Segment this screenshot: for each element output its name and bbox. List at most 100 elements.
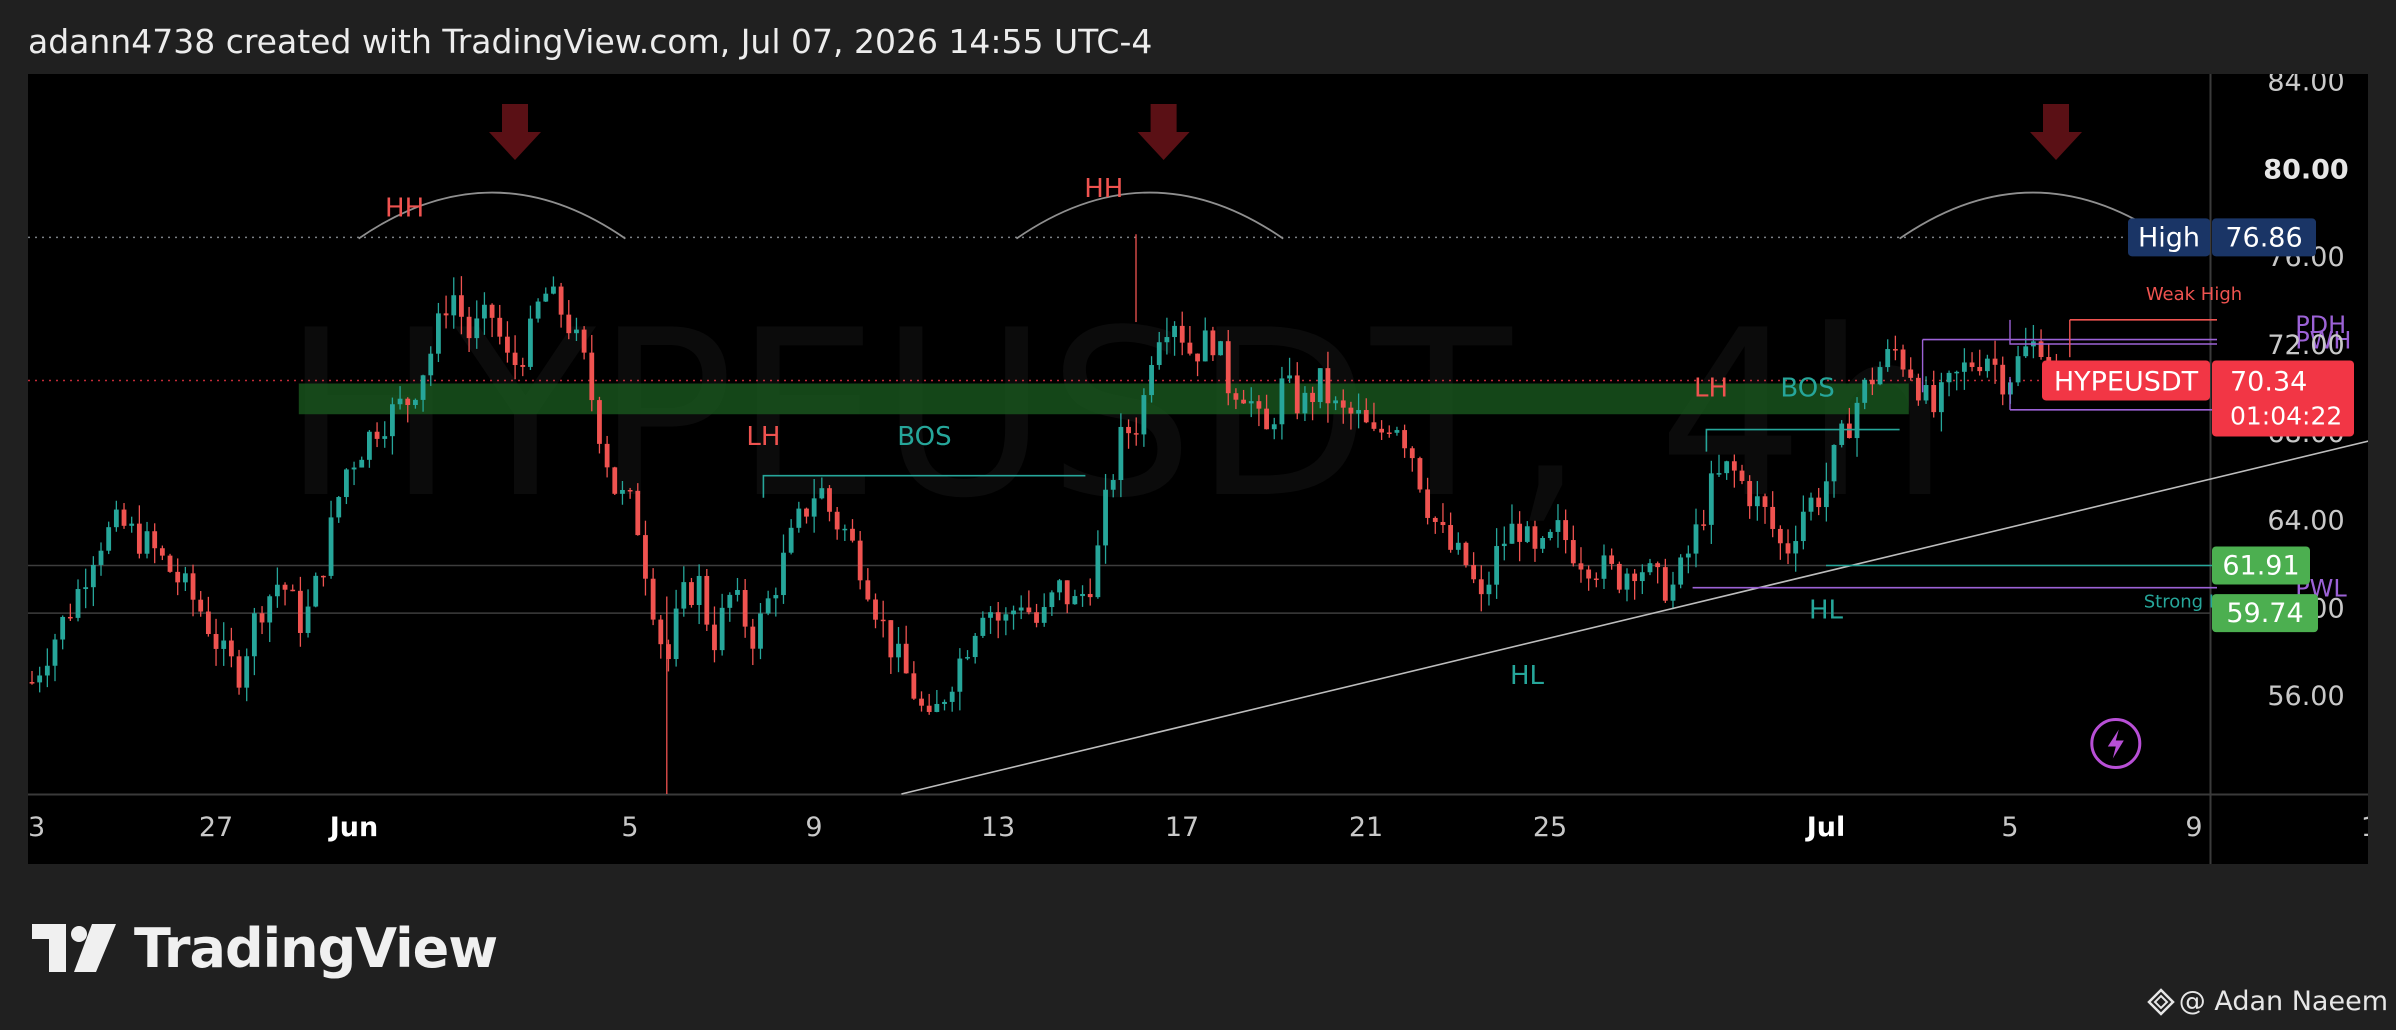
structure-label: LH [746, 422, 780, 452]
candle-body [343, 469, 349, 498]
candle-body [282, 584, 288, 590]
candle-body [1494, 546, 1500, 585]
chart-panel[interactable]: HYPEUSDT, 4h HH HH LH BOS LH BOS HL HL Weak High S… [28, 74, 2368, 864]
candle-body [37, 675, 43, 683]
time-tick-label: 9 [2185, 812, 2202, 843]
candle[interactable] [1678, 554, 1684, 589]
candle-body [1877, 367, 1883, 385]
candle-body [765, 598, 771, 614]
candle-body [574, 329, 579, 334]
candle-body [1118, 426, 1124, 481]
candle-body [1532, 526, 1538, 549]
candle-body [251, 613, 257, 657]
candle-body [1678, 557, 1684, 585]
diamond-icon [2146, 987, 2175, 1016]
candle-body [1356, 410, 1361, 414]
candle-body [589, 352, 595, 401]
candle[interactable] [167, 553, 173, 573]
price-tick-label: 80.00 [2263, 154, 2348, 185]
candle-body [44, 665, 50, 676]
candle-body [543, 293, 549, 302]
candle-body [1938, 382, 1944, 413]
candle-body [988, 612, 993, 618]
candle-body [505, 336, 510, 353]
candle-body [1685, 553, 1691, 558]
structure-label: Weak High [2146, 284, 2242, 305]
candle-body [1317, 368, 1323, 403]
time-tick-label: 5 [621, 812, 638, 843]
candle-body [535, 301, 541, 319]
candle-body [804, 508, 809, 517]
candle-body [182, 573, 188, 583]
demand-zone[interactable] [298, 383, 1909, 415]
candle-body [1708, 473, 1714, 525]
candle-body [1195, 353, 1200, 362]
structure-label: HH [385, 194, 424, 224]
candle-body [1632, 573, 1638, 582]
candle-body [136, 523, 142, 554]
candle-body [1325, 368, 1331, 404]
candle-body [880, 619, 886, 622]
candle-body [528, 318, 533, 367]
tradingview-logo-icon [32, 924, 116, 972]
candle-body [980, 617, 986, 636]
candle-body [1271, 424, 1277, 430]
candle-body [274, 584, 280, 597]
candle-body [213, 634, 219, 649]
candle-body [1225, 341, 1231, 394]
candle-body [1793, 541, 1799, 554]
candle-body [259, 613, 265, 623]
candle-body [1593, 578, 1599, 581]
candle[interactable] [1839, 420, 1845, 448]
candle-body [1992, 358, 1998, 365]
candle-body [1233, 393, 1239, 400]
candle-body [367, 431, 372, 460]
candle-body [1869, 379, 1875, 385]
candle-body [1578, 563, 1584, 570]
tradingview-logo: TradingView [32, 916, 498, 980]
candle-body [320, 575, 326, 578]
candle-body [1049, 592, 1055, 608]
candle-body [1386, 432, 1392, 434]
candle-body [1693, 524, 1699, 554]
time-tick-label: 17 [1165, 812, 1199, 843]
price-chart[interactable]: HYPEUSDT, 4hHHHHLH BOSLH BOSHLHLWeak HighS… [28, 74, 2368, 864]
candle[interactable] [612, 466, 618, 496]
candle-body [1570, 540, 1576, 564]
candle-body [834, 511, 840, 530]
candle-body [1348, 407, 1354, 414]
candle[interactable] [1616, 561, 1622, 594]
candle-body [520, 365, 526, 367]
candle-body [443, 313, 449, 316]
structure-label: HL [1809, 595, 1844, 625]
candle[interactable] [1463, 541, 1469, 568]
candle-body [1264, 408, 1269, 430]
candle-body [1248, 401, 1254, 404]
candle-body [1946, 372, 1952, 383]
candle-body [1218, 341, 1223, 356]
candle-body [83, 587, 89, 590]
candle-body [1256, 401, 1262, 409]
candle-body [1241, 399, 1246, 404]
time-tick-label: Jul [1805, 812, 1846, 843]
candle[interactable] [635, 483, 641, 536]
candle[interactable] [313, 572, 319, 608]
candle[interactable] [1417, 456, 1423, 493]
candle[interactable] [689, 577, 694, 608]
candle-body [397, 398, 403, 405]
candle-body [1662, 567, 1668, 601]
candle-body [1110, 480, 1116, 490]
candle-body [911, 673, 917, 699]
candle-body [1210, 330, 1216, 356]
candle-body [152, 531, 158, 549]
candle-body [926, 705, 932, 712]
candle-body [1785, 543, 1791, 554]
candle[interactable] [1218, 340, 1223, 356]
candle-body [1471, 565, 1477, 580]
candle-body [1394, 430, 1400, 433]
candle-body [742, 590, 748, 627]
candle-body [1072, 596, 1078, 605]
candle-body [1800, 511, 1806, 542]
candle-body [1103, 489, 1108, 546]
candle[interactable] [704, 569, 710, 631]
